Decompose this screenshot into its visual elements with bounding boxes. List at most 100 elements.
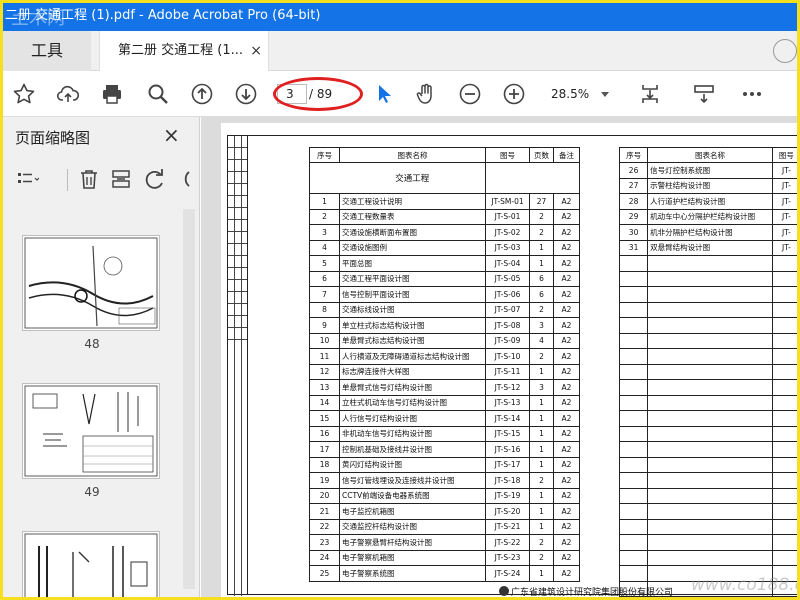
table-cell: 18 [309,456,340,473]
table-cell: 1 [529,503,554,520]
table-cell: 31 [618,239,649,256]
table-row [618,518,797,535]
page-thumbnail[interactable] [22,531,160,597]
table-row [618,348,797,365]
table-cell: JT- [771,162,797,179]
table-cell: A2 [553,270,580,287]
table-cell [618,456,649,473]
star-icon[interactable] [9,79,39,109]
table-cell [647,270,773,287]
more-icon[interactable] [737,79,767,109]
table-cell: JT-S-07 [485,301,530,318]
table-cell: 机非分隔护栏结构设计图 [647,224,773,241]
table-cell: JT- [771,239,797,256]
table-cell: 电子警察机箱图 [339,549,486,566]
table-row [618,332,797,349]
fit-page-icon[interactable] [635,79,665,109]
rotate-counter-icon[interactable] [171,167,195,191]
table-cell [647,255,773,272]
zoom-in-icon[interactable] [499,79,529,109]
document-view[interactable]: 序号 图表名称 图号 页数 备注 交通工程 1 交通工程设计说明 JT-SM-0… [201,117,797,597]
table-cell: JT-SM-01 [485,193,530,210]
search-icon[interactable] [143,79,173,109]
tab-tools[interactable]: 工具 [3,31,91,71]
account-icon[interactable] [773,39,797,63]
table-cell [771,379,797,396]
table-cell: 10 [309,332,340,349]
company-name: 广东省建筑设计研究院集团股份有限公司 [511,588,674,597]
select-cursor-icon[interactable] [369,79,399,109]
table-cell: 单立柱式标志结构设计图 [339,317,486,334]
table-cell: 双悬臂结构设计图 [647,239,773,256]
thumbnail-options-icon[interactable] [15,167,40,191]
table-cell: A2 [553,224,580,241]
table-cell: A2 [553,301,580,318]
table-cell: 交通标线设计图 [339,301,486,318]
table-row [618,410,797,427]
table-cell: 17 [309,441,340,458]
table-cell: 交通工程设计说明 [339,193,486,210]
cloud-upload-icon[interactable] [53,79,83,109]
table-cell: A2 [553,286,580,303]
delete-icon[interactable] [77,167,101,191]
rotate-icon[interactable] [143,167,167,191]
zoom-select[interactable]: 28.5% [545,82,615,106]
table-cell: 非机动车信号灯结构设计图 [339,425,486,442]
table-cell [647,317,773,334]
table-row [618,255,797,272]
table-cell: 黄闪灯结构设计图 [339,456,486,473]
scroll-mode-icon[interactable] [689,79,719,109]
table-row [618,549,797,566]
table-cell: JT-S-03 [485,239,530,256]
table-cell: 4 [309,239,340,256]
insert-page-icon[interactable] [109,167,133,191]
table-cell: 3 [309,224,340,241]
close-tab-button[interactable]: × [250,31,262,71]
table-row: 16 非机动车信号灯结构设计图 JT-S-15 1 A2 [309,425,580,442]
table-cell [647,286,773,303]
table-cell: 2 [529,549,554,566]
table-cell [618,317,649,334]
page-thumbnail[interactable] [22,235,160,331]
table-cell: JT-S-08 [485,317,530,334]
table-row: 17 控制机基础及接线井设计图 JT-S-16 1 A2 [309,441,580,458]
table-cell [618,472,649,489]
page-thumbnail[interactable] [22,383,160,479]
table-row [618,394,797,411]
print-icon[interactable] [97,79,127,109]
table-cell: 电子警察系统图 [339,565,486,582]
zoom-out-icon[interactable] [455,79,485,109]
hand-icon[interactable] [411,79,441,109]
table-cell: A2 [553,332,580,349]
thumbnail-scrollbar[interactable] [183,209,195,589]
table-cell [771,255,797,272]
page-down-icon[interactable] [231,79,261,109]
thumbnail-page-number: 49 [84,485,100,499]
table-cell: A2 [553,239,580,256]
table-row: 31 双悬臂结构设计图 JT- [618,239,797,256]
table-cell: 16 [309,425,340,442]
table-cell [647,441,773,458]
table-cell [647,534,773,551]
close-panel-button[interactable]: × [163,123,180,147]
table-row [618,441,797,458]
page-up-icon[interactable] [187,79,217,109]
highlight-oval [273,77,363,111]
table-cell [618,286,649,303]
table-cell [771,534,797,551]
table-cell [618,363,649,380]
acrobat-window: 二册 交通工程 (1).pdf - Adobe Acrobat Pro (64-… [3,3,797,597]
table-row: 20 CCTV前端设备电器系统图 JT-S-19 1 A2 [309,487,580,504]
table-cell: 27 [618,177,649,194]
table-cell [771,317,797,334]
tab-bar: 工具 第二册 交通工程 (1... × [3,31,797,71]
table-cell [771,286,797,303]
main-toolbar: 3 / 89 28.5% [3,71,797,117]
tab-document[interactable]: 第二册 交通工程 (1... × [99,31,269,71]
table-cell: 交通设施横断面布置图 [339,224,486,241]
table-row: 7 信号控制平面设计图 JT-S-06 6 A2 [309,286,580,303]
table-cell: JT-S-04 [485,255,530,272]
table-cell: JT-S-21 [485,518,530,535]
table-row [618,472,797,489]
table-cell [618,565,649,582]
